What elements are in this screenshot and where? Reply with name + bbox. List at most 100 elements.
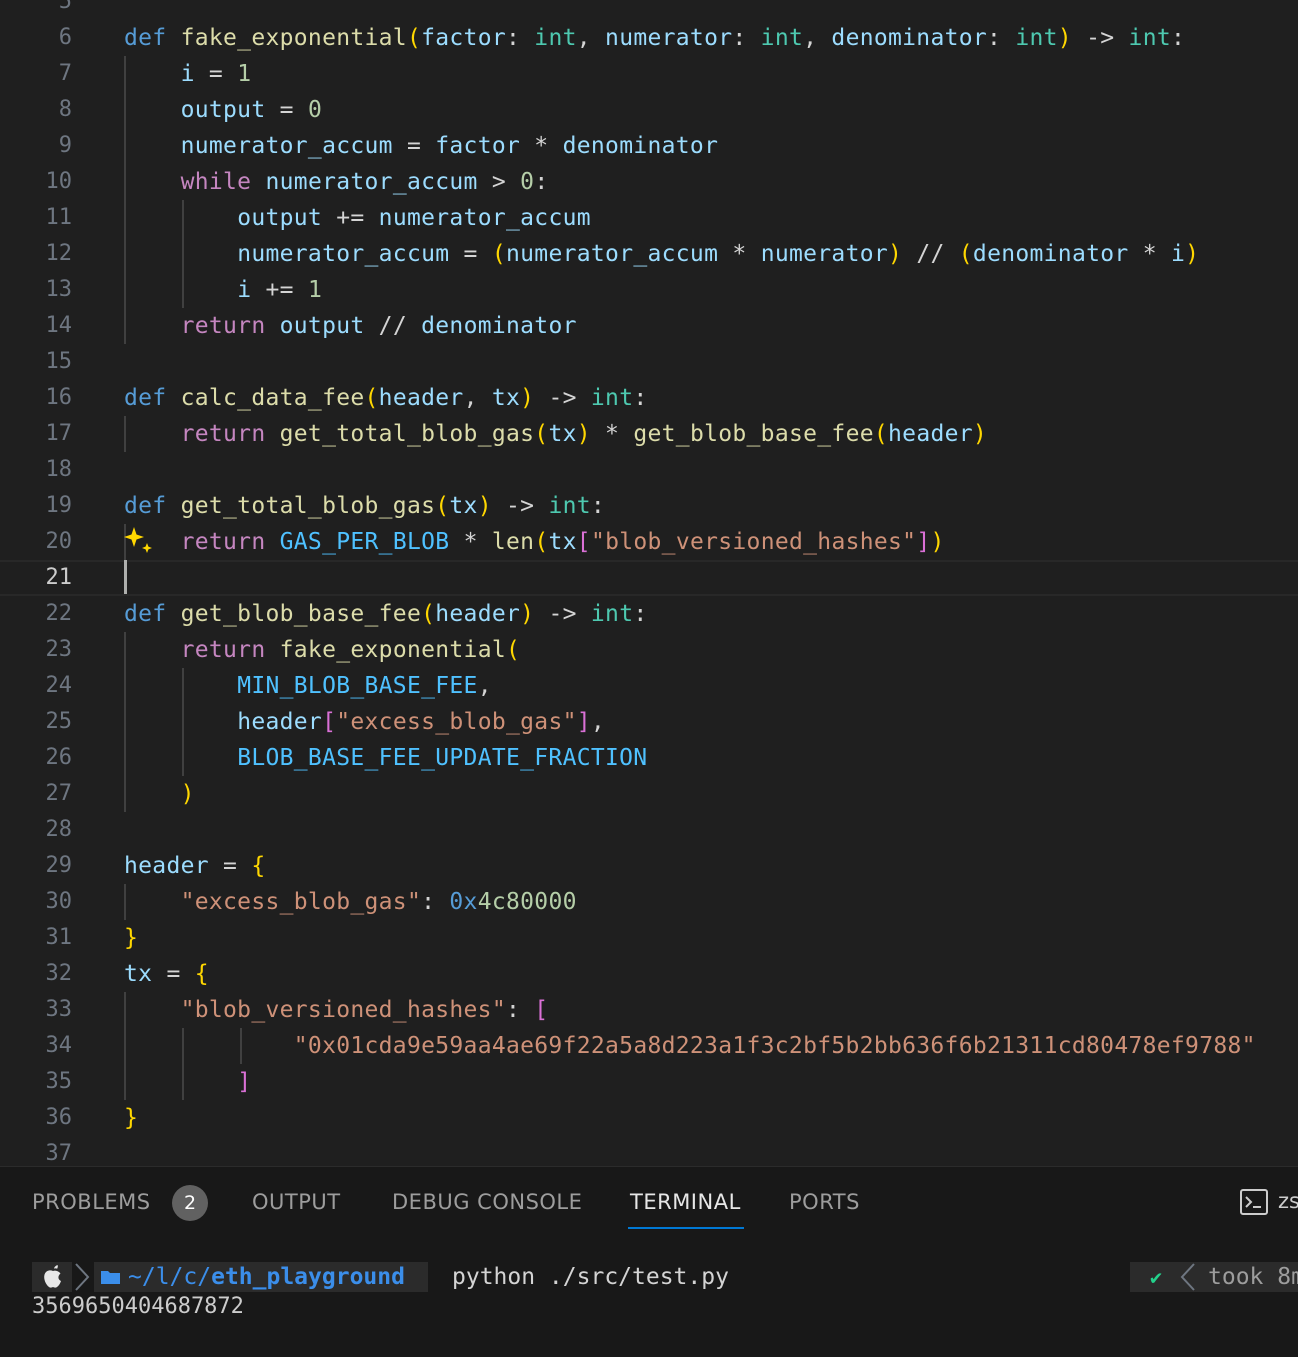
code-token: len: [491, 529, 535, 555]
code-token: tx: [548, 529, 577, 555]
code-line[interactable]: 22 def get_blob_base_fee(header) -> int:: [0, 596, 1298, 632]
code-line[interactable]: 18: [0, 452, 1298, 488]
code-token: get_total_blob_gas: [180, 493, 436, 519]
code-line[interactable]: 29 header = {: [0, 848, 1298, 884]
code-line[interactable]: 31}: [0, 920, 1298, 956]
code-line[interactable]: 13 i += 1: [0, 272, 1298, 308]
code-editor[interactable]: 5 6 def fake_exponential(factor: int, nume…: [0, 0, 1298, 1166]
code-token: ->: [491, 493, 549, 519]
code-token: ): [477, 493, 492, 519]
line-number: 23: [45, 637, 73, 662]
code-token: int: [760, 25, 804, 51]
line-number: 5: [58, 0, 72, 14]
code-token: "0x01cda9e59aa4ae69f22a5a8d223a1f3c2bf5b…: [293, 1033, 1256, 1059]
line-number: 26: [45, 745, 73, 770]
code-line[interactable]: 32 tx = {: [0, 956, 1298, 992]
code-line[interactable]: 24 MIN_BLOB_BASE_FEE,: [0, 668, 1298, 704]
code-line[interactable]: 9 numerator_accum = factor * denominator: [0, 128, 1298, 164]
code-token: =: [208, 853, 252, 879]
code-token: (: [506, 637, 521, 663]
code-token: int: [534, 25, 577, 51]
line-number: 6: [58, 25, 72, 50]
code-token: denominator: [421, 313, 577, 339]
code-token: ): [1057, 25, 1072, 51]
indent-guide: [124, 992, 126, 1100]
code-token: def: [124, 601, 181, 627]
code-line[interactable]: 7 i = 1: [0, 56, 1298, 92]
code-line[interactable]: 12 numerator_accum = (numerator_accum * …: [0, 236, 1298, 272]
code-token: output: [237, 205, 323, 231]
code-token: 0x: [449, 889, 478, 915]
code-token: =: [152, 961, 195, 987]
code-token: ): [972, 421, 988, 447]
tab-debug-console[interactable]: DEBUG CONSOLE: [392, 1186, 582, 1218]
code-token: 4c80000: [477, 889, 577, 915]
problems-count-badge: 2: [172, 1185, 208, 1221]
code-token: *: [590, 421, 634, 447]
code-token: //: [902, 241, 959, 267]
code-line[interactable]: 14 return output // denominator: [0, 308, 1298, 344]
code-line[interactable]: 27 ): [0, 776, 1298, 812]
indent-guide: [182, 668, 184, 776]
code-line[interactable]: 36}: [0, 1100, 1298, 1136]
code-token: //: [364, 313, 422, 339]
code-token: int: [590, 601, 634, 627]
code-token: ->: [1071, 25, 1129, 51]
code-line[interactable]: 23 return fake_exponential(: [0, 632, 1298, 668]
code-line[interactable]: 35 ]: [0, 1064, 1298, 1100]
code-token: >: [477, 169, 521, 195]
code-text: def get_blob_base_fee(header) -> int:: [124, 596, 648, 632]
code-line[interactable]: 6 def fake_exponential(factor: int, numer…: [0, 20, 1298, 56]
code-token: =: [194, 61, 238, 87]
code-text: }: [124, 1100, 138, 1136]
tab-terminal[interactable]: TERMINAL: [630, 1186, 741, 1218]
code-token: :: [732, 25, 761, 51]
sparkle-icon[interactable]: [124, 525, 156, 557]
code-token: =: [392, 133, 436, 159]
code-token: ): [180, 781, 195, 807]
code-token: numerator: [605, 25, 733, 51]
code-line[interactable]: 34 "0x01cda9e59aa4ae69f22a5a8d223a1f3c2b…: [0, 1028, 1298, 1064]
code-line[interactable]: 28: [0, 812, 1298, 848]
code-line[interactable]: 19 def get_total_blob_gas(tx) -> int:: [0, 488, 1298, 524]
code-token: tx: [124, 961, 153, 987]
terminal-icon[interactable]: [1240, 1189, 1268, 1215]
code-line[interactable]: 33 "blob_versioned_hashes": [: [0, 992, 1298, 1028]
line-number: 24: [45, 673, 73, 698]
tab-output[interactable]: OUTPUT: [252, 1186, 341, 1218]
code-line[interactable]: 16 def calc_data_fee(header, tx) -> int:: [0, 380, 1298, 416]
tab-problems[interactable]: PROBLEMS: [32, 1186, 151, 1218]
code-line[interactable]: 20 return GAS_PER_BLOB * len(tx["blob_ve…: [0, 524, 1298, 560]
code-line[interactable]: 25 header["excess_blob_gas"],: [0, 704, 1298, 740]
code-token: (: [435, 493, 450, 519]
code-line[interactable]: 37: [0, 1136, 1298, 1166]
terminal-shell-label[interactable]: zs: [1278, 1189, 1298, 1213]
code-token: *: [718, 241, 761, 267]
code-token: "blob_versioned_hashes": [180, 997, 506, 1023]
code-token: (: [534, 529, 549, 555]
code-line[interactable]: 15: [0, 344, 1298, 380]
success-check-icon: ✔: [1150, 1265, 1163, 1289]
tab-ports[interactable]: PORTS: [789, 1186, 860, 1218]
code-line[interactable]: 10 while numerator_accum > 0:: [0, 164, 1298, 200]
code-line[interactable]: 8 output = 0: [0, 92, 1298, 128]
code-line[interactable]: 5: [0, 0, 1298, 20]
code-line[interactable]: 30 "excess_blob_gas": 0x4c80000: [0, 884, 1298, 920]
code-token: numerator_accum: [265, 169, 478, 195]
code-token: denominator: [972, 241, 1129, 267]
code-token: return: [180, 421, 266, 447]
code-line[interactable]: 17 return get_total_blob_gas(tx) * get_b…: [0, 416, 1298, 452]
code-text: numerator_accum = (numerator_accum * num…: [124, 236, 1199, 272]
code-line[interactable]: 21: [0, 560, 1298, 596]
code-line[interactable]: 11 output += numerator_accum: [0, 200, 1298, 236]
code-line[interactable]: 26 BLOB_BASE_FEE_UPDATE_FRACTION: [0, 740, 1298, 776]
code-token: output: [279, 313, 365, 339]
command-duration: took 8m: [1208, 1264, 1298, 1290]
